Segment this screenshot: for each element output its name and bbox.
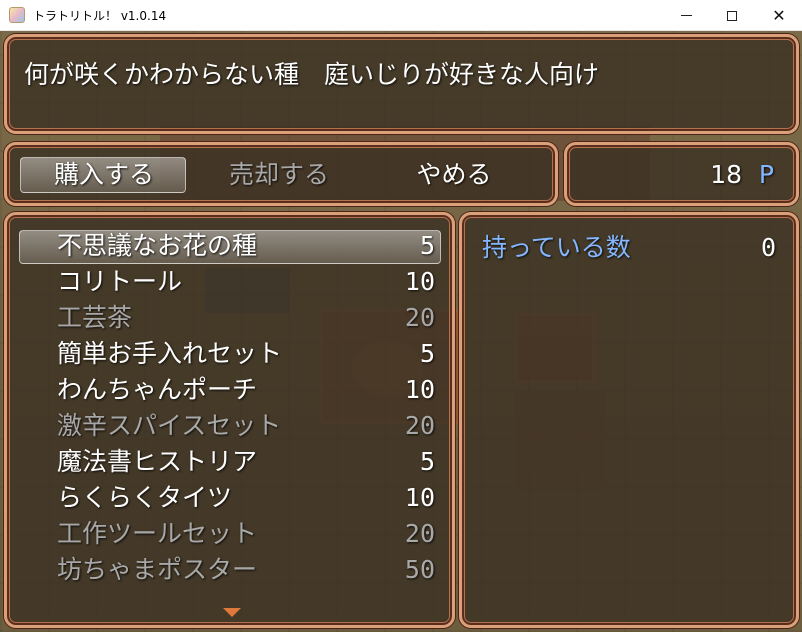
- shop-command-window: 購入する 売却する やめる: [4, 142, 558, 206]
- item-price: 20: [404, 411, 435, 440]
- minimize-button[interactable]: [663, 0, 709, 31]
- scroll-down-arrow-icon[interactable]: [223, 608, 241, 617]
- item-status-window: 持っている数 0: [459, 212, 799, 628]
- shop-item-row[interactable]: 激辛スパイスセット 20: [17, 408, 435, 444]
- gold-window: 18 P: [564, 142, 799, 206]
- item-price: 20: [404, 519, 435, 548]
- shop-item-row[interactable]: らくらくタイツ 10: [17, 480, 435, 516]
- item-price: 10: [404, 375, 435, 404]
- window-title: トラトリトル！ v1.0.14: [33, 8, 167, 23]
- shop-item-row[interactable]: 簡単お手入れセット 5: [17, 336, 435, 372]
- help-window: 何が咲くかわからない種 庭いじりが好きな人向け: [4, 34, 799, 134]
- shop-item-row[interactable]: わんちゃんポーチ 10: [17, 372, 435, 408]
- item-price: 20: [404, 303, 435, 332]
- game-screen: 何が咲くかわからない種 庭いじりが好きな人向け 購入する 売却する やめる 18…: [0, 31, 802, 632]
- item-name: 工芸茶: [57, 303, 133, 332]
- shop-item-row[interactable]: 坊ちゃまポスター 50: [17, 552, 435, 588]
- gold-unit: P: [758, 160, 774, 189]
- item-name: わんちゃんポーチ: [57, 375, 258, 404]
- buy-command[interactable]: 購入する: [20, 158, 188, 192]
- item-name: らくらくタイツ: [57, 483, 233, 512]
- window-titlebar: トラトリトル！ v1.0.14 ✕: [0, 0, 802, 31]
- sell-command[interactable]: 売却する: [195, 158, 363, 192]
- item-name: 激辛スパイスセット: [57, 411, 282, 440]
- item-name: 簡単お手入れセット: [57, 339, 283, 368]
- item-price: 5: [419, 447, 435, 476]
- possession-label: 持っている数: [482, 233, 631, 262]
- close-button[interactable]: ✕: [756, 0, 802, 31]
- item-price: 10: [404, 267, 435, 296]
- item-name: 魔法書ヒストリア: [57, 447, 258, 476]
- possession-count: 0: [760, 233, 776, 262]
- item-price: 50: [404, 555, 435, 584]
- minimize-icon: [680, 15, 692, 16]
- shop-item-row[interactable]: 工芸茶 20: [17, 300, 435, 336]
- shop-item-row[interactable]: コリトール 10: [17, 264, 435, 300]
- help-text: 何が咲くかわからない種 庭いじりが好きな人向け: [24, 60, 600, 89]
- app-icon: [9, 7, 25, 23]
- shop-item-row[interactable]: 魔法書ヒストリア 5: [17, 444, 435, 480]
- item-name: 工作ツールセット: [57, 519, 258, 548]
- item-price: 5: [419, 231, 435, 260]
- gold-amount: 18: [710, 160, 742, 189]
- item-name: コリトール: [57, 267, 183, 296]
- item-price: 5: [419, 339, 435, 368]
- item-name: 不思議なお花の種: [57, 231, 258, 260]
- shop-item-row[interactable]: 工作ツールセット 20: [17, 516, 435, 552]
- maximize-icon: [727, 10, 737, 21]
- item-price: 10: [404, 483, 435, 512]
- buy-item-list: 不思議なお花の種 5 コリトール 10 工芸茶 20 簡単お手入れセット 5 わんちゃんポーチ 1…: [4, 212, 455, 628]
- maximize-button[interactable]: [709, 0, 755, 31]
- shop-item-row[interactable]: 不思議なお花の種 5: [17, 228, 435, 264]
- item-name: 坊ちゃまポスター: [57, 555, 258, 584]
- close-icon: ✕: [772, 6, 786, 25]
- cancel-command[interactable]: やめる: [370, 158, 538, 192]
